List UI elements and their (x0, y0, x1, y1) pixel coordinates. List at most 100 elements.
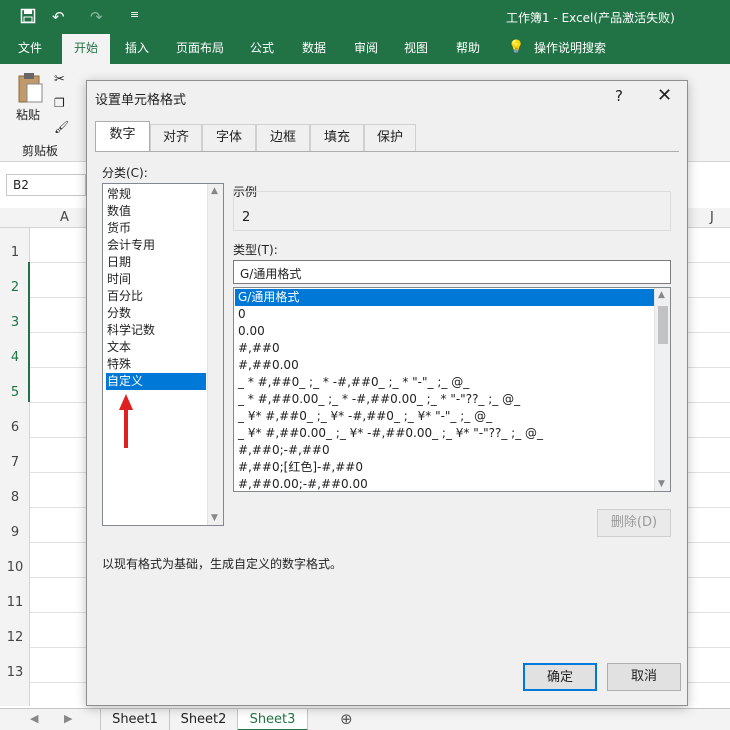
tab-review[interactable]: 审阅 (346, 34, 386, 64)
scroll-up-icon[interactable]: ▲ (658, 290, 665, 300)
list-item[interactable]: #,##0;-#,##0 (235, 442, 654, 459)
sample-value: 2 (242, 210, 251, 225)
scroll-left-icon[interactable]: ◀ (30, 712, 38, 725)
tab-alignment[interactable]: 对齐 (150, 124, 202, 151)
list-item[interactable]: 科学记数 (106, 322, 206, 339)
list-item[interactable]: 文本 (106, 339, 206, 356)
row-header[interactable]: 6 (0, 420, 30, 435)
row-header[interactable]: 4 (0, 350, 30, 365)
format-cells-dialog: 设置单元格格式 ? ✕ 数字 对齐 字体 边框 填充 保护 分类(C): 常规 … (86, 80, 688, 706)
tab-page-layout[interactable]: 页面布局 (168, 34, 232, 64)
column-header-j[interactable]: J (710, 210, 714, 225)
dialog-title: 设置单元格格式 (95, 93, 187, 108)
row-header[interactable]: 7 (0, 455, 30, 470)
redo-icon[interactable]: ↷ (90, 8, 103, 26)
sheet-tab-1[interactable]: Sheet1 (100, 709, 170, 730)
list-item[interactable]: _ ¥* #,##0_ ;_ ¥* -#,##0_ ;_ ¥* "-"_ ;_ … (235, 408, 654, 425)
paste-button[interactable]: 粘贴 (16, 106, 40, 123)
list-item[interactable]: 日期 (106, 254, 206, 271)
row-header[interactable]: 1 (0, 245, 30, 260)
tab-formulas[interactable]: 公式 (244, 34, 280, 64)
description-text: 以现有格式为基础，生成自定义的数字格式。 (102, 557, 343, 571)
tab-home[interactable]: 开始 (62, 34, 110, 64)
list-item[interactable]: 数值 (106, 203, 206, 220)
list-item[interactable]: 分数 (106, 305, 206, 322)
list-item[interactable]: 特殊 (106, 356, 206, 373)
close-icon[interactable]: ✕ (657, 85, 672, 106)
type-input[interactable]: G/通用格式 (233, 260, 671, 284)
list-item[interactable]: 0 (235, 306, 654, 323)
category-label: 分类(C): (102, 166, 148, 180)
delete-button[interactable]: 删除(D) (597, 509, 671, 537)
excel-titlebar: ↶ ↷ ≡ 工作簿1 - Excel(产品激活失败) (0, 0, 730, 34)
tell-me-search[interactable]: 操作说明搜索 (532, 34, 608, 64)
tab-fill[interactable]: 填充 (310, 124, 364, 151)
list-item[interactable]: _ * #,##0.00_ ;_ * -#,##0.00_ ;_ * "-"??… (235, 391, 654, 408)
ribbon-tabs: 文件 开始 插入 页面布局 公式 数据 审阅 视图 帮助 💡 操作说明搜索 (0, 34, 730, 64)
tab-insert[interactable]: 插入 (116, 34, 158, 64)
column-header-a[interactable]: A (60, 210, 69, 225)
list-item[interactable]: _ ¥* #,##0.00_ ;_ ¥* -#,##0.00_ ;_ ¥* "-… (235, 425, 654, 442)
help-button[interactable]: ? (615, 87, 623, 105)
category-scrollbar[interactable]: ▲ ▼ (207, 184, 223, 525)
add-sheet-icon[interactable]: ⊕ (340, 710, 353, 728)
scroll-right-icon[interactable]: ▶ (64, 712, 72, 725)
row-headers: 1 2 3 4 5 6 7 8 9 10 11 12 13 (0, 228, 30, 706)
copy-icon[interactable]: ❐ (54, 96, 65, 110)
row-header[interactable]: 12 (0, 630, 30, 645)
tab-data[interactable]: 数据 (294, 34, 334, 64)
save-icon[interactable] (20, 8, 36, 28)
sheet-tabs-bar: ◀ ▶ Sheet1 Sheet2 Sheet3 ⊕ (0, 708, 730, 730)
list-item[interactable]: 会计专用 (106, 237, 206, 254)
undo-icon[interactable]: ↶ (52, 8, 65, 26)
customize-qat-icon[interactable]: ≡ (130, 8, 139, 21)
clipboard-group-label: 剪贴板 (22, 144, 59, 158)
list-item[interactable]: _ * #,##0_ ;_ * -#,##0_ ;_ * "-"_ ;_ @_ (235, 374, 654, 391)
type-label: 类型(T): (233, 243, 278, 257)
list-item-selected[interactable]: 自定义 (106, 373, 206, 390)
list-item[interactable]: 百分比 (106, 288, 206, 305)
paste-icon[interactable] (16, 72, 44, 107)
format-scrollbar[interactable]: ▲ ▼ (654, 288, 670, 491)
list-item[interactable]: 0.00 (235, 323, 654, 340)
row-header[interactable]: 9 (0, 525, 30, 540)
sheet-tab-3[interactable]: Sheet3 (238, 709, 308, 730)
list-item[interactable]: #,##0.00;-#,##0.00 (235, 476, 654, 491)
cut-icon[interactable]: ✂ (54, 72, 65, 87)
red-arrow-annotation (119, 394, 133, 448)
tab-number[interactable]: 数字 (95, 121, 150, 152)
format-list[interactable]: G/通用格式 0 0.00 #,##0 #,##0.00 _ * #,##0_ … (233, 287, 671, 492)
row-header[interactable]: 3 (0, 315, 30, 330)
scroll-up-icon[interactable]: ▲ (211, 186, 218, 196)
list-item-selected[interactable]: G/通用格式 (235, 289, 654, 306)
row-header[interactable]: 2 (0, 280, 30, 295)
scroll-down-icon[interactable]: ▼ (211, 513, 218, 523)
tab-protection[interactable]: 保护 (364, 124, 416, 151)
sheet-tab-2[interactable]: Sheet2 (170, 709, 238, 730)
list-item[interactable]: #,##0.00 (235, 357, 654, 374)
row-header[interactable]: 11 (0, 595, 30, 610)
category-list[interactable]: 常规 数值 货币 会计专用 日期 时间 百分比 分数 科学记数 文本 特殊 自定… (102, 183, 224, 526)
row-header[interactable]: 8 (0, 490, 30, 505)
scroll-thumb[interactable] (658, 306, 668, 344)
list-item[interactable]: 时间 (106, 271, 206, 288)
format-painter-icon[interactable]: 🖌 (54, 120, 69, 134)
scroll-down-icon[interactable]: ▼ (658, 479, 665, 489)
row-header[interactable]: 5 (0, 385, 30, 400)
tab-view[interactable]: 视图 (398, 34, 434, 64)
row-header[interactable]: 10 (0, 560, 30, 575)
tab-border[interactable]: 边框 (256, 124, 310, 151)
name-box[interactable]: B2 (6, 174, 86, 196)
cancel-button[interactable]: 取消 (607, 663, 681, 691)
row-header[interactable]: 13 (0, 665, 30, 680)
tab-file[interactable]: 文件 (10, 34, 50, 64)
sample-box: 2 (233, 191, 671, 231)
tab-help[interactable]: 帮助 (448, 34, 488, 64)
tab-font[interactable]: 字体 (202, 124, 256, 151)
window-title: 工作簿1 - Excel(产品激活失败) (506, 11, 675, 25)
list-item[interactable]: 常规 (106, 186, 206, 203)
ok-button[interactable]: 确定 (523, 663, 597, 691)
list-item[interactable]: #,##0;[红色]-#,##0 (235, 459, 654, 476)
list-item[interactable]: 货币 (106, 220, 206, 237)
list-item[interactable]: #,##0 (235, 340, 654, 357)
